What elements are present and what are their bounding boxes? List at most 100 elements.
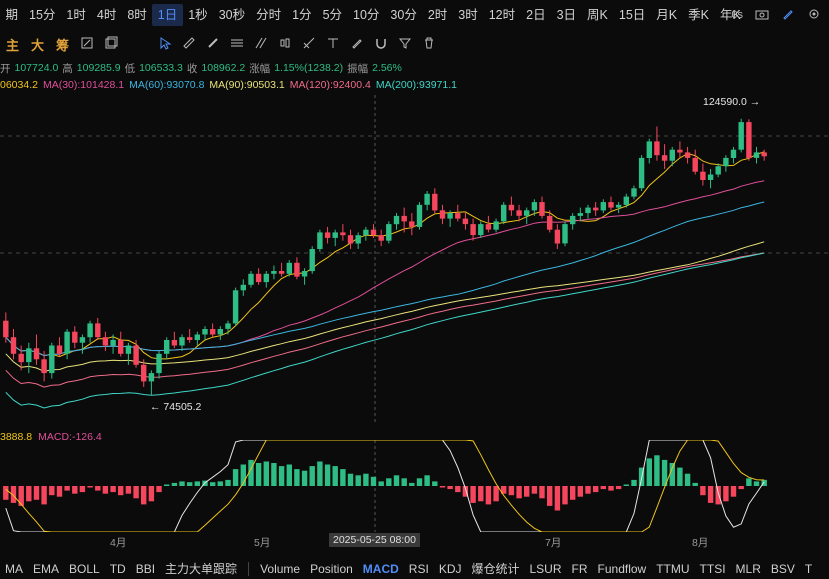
indicator-position[interactable]: Position [310,562,353,576]
amp-value: 2.56% [372,62,402,74]
filter-icon[interactable] [398,36,412,53]
candle [332,229,338,247]
macd-bar [524,486,530,497]
brush-icon[interactable] [206,36,220,53]
tab-timeframe-16[interactable]: 2日 [521,4,551,26]
settings-icon[interactable] [807,7,821,24]
indicator-ttsi[interactable]: TTSI [700,562,726,576]
indicator-lsur[interactable]: LSUR [530,562,562,576]
candle [363,226,369,241]
indicator-爆仓统计[interactable]: 爆仓统计 [471,560,519,577]
candle [301,268,308,285]
candle [309,246,315,274]
candle [118,331,124,357]
candle [64,328,70,360]
edit-icon[interactable] [80,36,94,53]
ma-value-0: 06034.2 [0,79,38,91]
candle [95,317,101,340]
tab-timeframe-20[interactable]: 月K [651,4,683,26]
macd-bar [225,479,231,486]
indicator-macd[interactable]: MACD [363,562,399,576]
tab-timeframe-14[interactable]: 3时 [453,4,483,26]
macd-bar [753,481,760,486]
macd-bar [531,486,538,494]
indicator-kdj[interactable]: KDJ [439,562,462,576]
macd-bar [332,466,338,486]
candle [638,155,645,192]
layers-icon[interactable] [104,36,118,53]
candle [455,204,461,222]
tab-timeframe-18[interactable]: 周K [582,4,614,26]
lines-icon[interactable] [230,36,244,53]
candle [661,144,668,169]
text-icon[interactable] [326,36,340,53]
candle [10,328,17,360]
tab-timeframe-1[interactable]: 15分 [24,4,61,26]
indicator-td[interactable]: TD [110,562,126,576]
indicator-volume[interactable]: Volume [260,562,300,576]
tab-timeframe-11[interactable]: 10分 [348,4,385,26]
indicator-fr[interactable]: FR [572,562,588,576]
tab-timeframe-17[interactable]: 3日 [551,4,581,26]
pen-icon[interactable] [781,7,795,24]
candlestick-chart[interactable] [0,95,829,425]
pencil-icon[interactable] [350,36,364,53]
indicator-rsi[interactable]: RSI [409,562,429,576]
mode-chips[interactable]: 筹 [50,35,75,54]
magnet-icon[interactable] [374,36,388,53]
tab-timeframe-19[interactable]: 15日 [613,4,650,26]
macd-bar [232,469,239,486]
mode-main[interactable]: 主 [0,35,25,54]
macd-bar [715,486,721,505]
macd-bar [3,486,9,500]
tab-timeframe-9[interactable]: 1分 [287,4,317,26]
tab-timeframe-4[interactable]: 8时 [122,4,152,26]
parallel-icon[interactable] [254,36,268,53]
indicator-主力大单跟踪[interactable]: 主力大单跟踪 [165,560,237,577]
high-price-label: 124590.0 → [703,96,761,108]
tab-timeframe-7[interactable]: 30秒 [213,4,250,26]
candle [577,207,583,222]
trash-icon[interactable] [422,36,436,53]
candle-icon[interactable] [278,36,292,53]
tab-timeframe-10[interactable]: 5分 [317,4,347,26]
candle [156,351,162,379]
mode-large[interactable]: 大 [25,35,50,54]
macd-bar [516,486,522,499]
indicator-boll[interactable]: BOLL [69,562,100,576]
candle [715,163,721,178]
indicator-bbi[interactable]: BBI [136,562,155,576]
tab-timeframe-3[interactable]: 4时 [91,4,121,26]
indicator-ma[interactable]: MA [5,562,23,576]
tab-timeframe-21[interactable]: 季K [683,4,715,26]
tab-timeframe-13[interactable]: 2时 [422,4,452,26]
measure-icon[interactable] [302,36,316,53]
tab-timeframe-0[interactable]: 期 [0,4,24,26]
indicator-mlr[interactable]: MLR [736,562,761,576]
macd-bar [263,461,269,486]
tab-timeframe-6[interactable]: 1秒 [183,4,213,26]
tab-timeframe-15[interactable]: 12时 [483,4,520,26]
macd-bar [600,486,606,490]
macd-bar [554,486,561,511]
candle [600,199,606,214]
camera-icon[interactable] [755,7,769,24]
cursor-icon[interactable] [158,36,172,53]
candle [761,149,767,161]
macd-chart[interactable] [0,440,829,532]
ma-value-5: MA(200):93971.1 [375,79,457,91]
ruler-icon[interactable] [182,36,196,53]
macd-bar [171,482,178,486]
tab-timeframe-8[interactable]: 分时 [251,4,287,26]
candle [187,328,193,343]
indicator-fundflow[interactable]: Fundflow [598,562,647,576]
indicator-bsv[interactable]: BSV [771,562,795,576]
tab-timeframe-12[interactable]: 30分 [385,4,422,26]
tab-timeframe-2[interactable]: 1时 [61,4,91,26]
macd-bar [746,478,752,486]
indicator-ema[interactable]: EMA [33,562,59,576]
tab-timeframe-5[interactable]: 1日 [152,4,183,26]
indicator-t[interactable]: T [805,562,812,576]
latency-label: 0s [731,9,743,21]
indicator-ttmu[interactable]: TTMU [656,562,689,576]
